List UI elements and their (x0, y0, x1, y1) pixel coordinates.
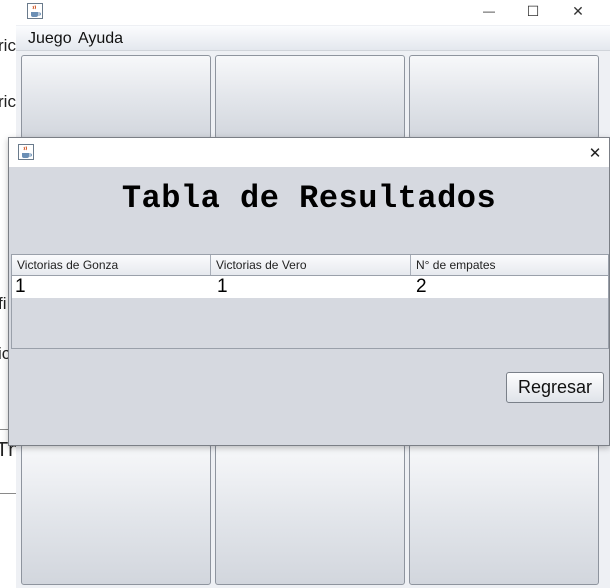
close-button[interactable]: ✕ (555, 0, 601, 22)
results-table: Victorias de Gonza Victorias de Vero N° … (11, 254, 609, 349)
results-dialog: ✕ Tabla de Resultados Victorias de Gonza… (8, 137, 610, 446)
main-title-bar[interactable]: — ☐ ✕ (16, 0, 610, 25)
regresar-button[interactable]: Regresar (506, 372, 604, 403)
menu-ayuda[interactable]: Ayuda (78, 30, 123, 48)
maximize-icon: ☐ (526, 2, 540, 19)
board-cell-8[interactable] (215, 444, 405, 585)
column-header[interactable]: Victorias de Gonza (12, 255, 211, 275)
background-text: ric (0, 92, 16, 111)
menu-bar: Juego Ayuda (16, 26, 610, 51)
dialog-heading: Tabla de Resultados (121, 180, 497, 217)
table-header: Victorias de Gonza Victorias de Vero N° … (12, 255, 608, 276)
board-cell-9[interactable] (409, 444, 599, 585)
minimize-icon: — (483, 4, 495, 18)
java-coffee-icon (27, 3, 43, 19)
board-cell-3[interactable] (409, 55, 599, 139)
dialog-title-bar[interactable]: ✕ (9, 138, 609, 167)
table-cell: 1 (15, 276, 26, 297)
column-header[interactable]: Victorias de Vero (211, 255, 411, 275)
column-header[interactable]: N° de empates (411, 255, 608, 275)
table-row[interactable]: 1 1 2 (12, 276, 608, 298)
table-cell: 1 (217, 276, 228, 297)
minimize-button[interactable]: — (466, 0, 512, 22)
board-cell-7[interactable] (21, 444, 211, 585)
close-icon: ✕ (588, 145, 602, 162)
board-cell-2[interactable] (215, 55, 405, 139)
menu-juego[interactable]: Juego (28, 30, 72, 48)
background-text: fi (0, 294, 7, 313)
background-divider (0, 493, 16, 494)
board-cell-1[interactable] (21, 55, 211, 139)
dialog-close-button[interactable]: ✕ (581, 140, 609, 166)
close-icon: ✕ (572, 2, 584, 19)
java-coffee-icon (18, 144, 34, 160)
maximize-button[interactable]: ☐ (510, 0, 556, 22)
table-cell: 2 (416, 276, 427, 297)
background-text: ric (0, 36, 16, 55)
